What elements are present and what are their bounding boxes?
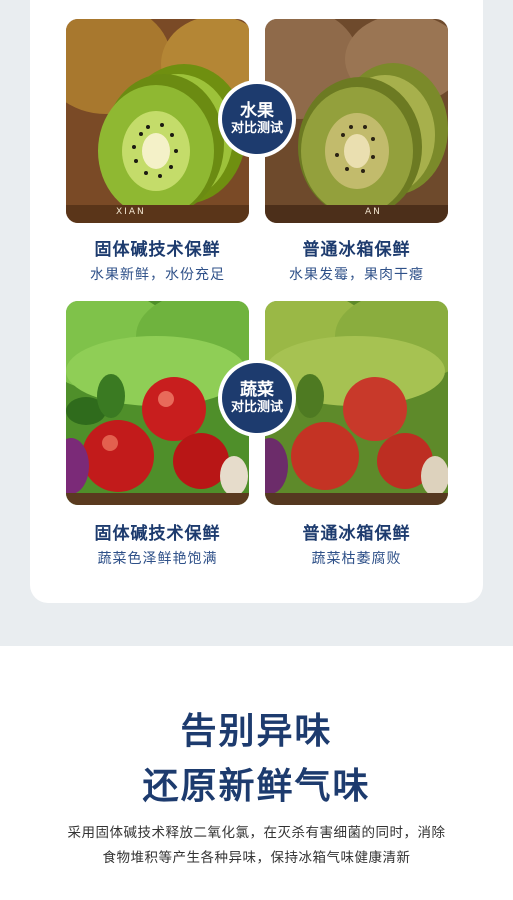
headline-line-2: 还原新鲜气味	[142, 766, 371, 807]
fruit-test-badge: 水果 对比测试	[222, 84, 292, 154]
badge-title: 蔬菜	[240, 379, 274, 400]
veg-left-subtitle: 蔬菜色泽鲜艳饱满	[97, 551, 218, 567]
fruit-left-title: 固体碱技术保鲜	[94, 240, 221, 260]
badge-subtitle: 对比测试	[230, 121, 283, 137]
badge-subtitle: 对比测试	[230, 400, 283, 416]
description-line-1: 采用固体碱技术释放二氧化氯，在灭杀有害细菌的同时，消除	[67, 825, 446, 841]
photo-watermark: AN	[365, 207, 382, 217]
headline-line-1: 告别异味	[180, 711, 333, 752]
moldy-kiwi-photo: AN	[265, 19, 448, 223]
fruit-right-subtitle: 水果发霉，果肉干瘪	[289, 267, 424, 283]
veg-left-title: 固体碱技术保鲜	[94, 524, 221, 544]
description-line-2: 食物堆积等产生各种异味，保持冰箱气味健康清新	[102, 850, 411, 866]
wilted-vegetables-photo	[265, 301, 448, 505]
photo-watermark: XIAN	[116, 207, 146, 217]
fruit-right-title: 普通冰箱保鲜	[302, 240, 411, 260]
veg-right-title: 普通冰箱保鲜	[302, 524, 411, 544]
veg-right-subtitle: 蔬菜枯萎腐败	[311, 551, 402, 567]
vegetable-test-badge: 蔬菜 对比测试	[222, 363, 292, 433]
fruit-left-subtitle: 水果新鲜，水份充足	[90, 267, 225, 283]
badge-title: 水果	[240, 100, 274, 121]
